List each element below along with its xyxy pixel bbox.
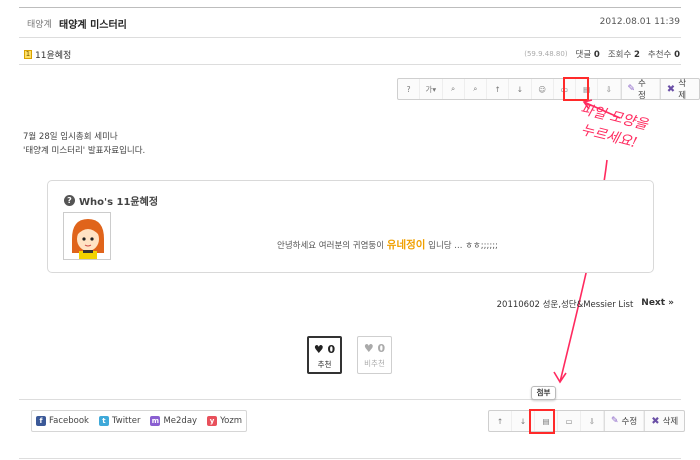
scroll-up-icon[interactable]: ↑	[489, 411, 512, 431]
signature-title: ? Who's 11윤혜정	[64, 193, 158, 208]
me2day-icon: m	[150, 416, 161, 426]
next-post[interactable]: 20110602 성운,성단&Messier List Next »	[497, 298, 674, 310]
attachment-highlight	[529, 409, 555, 434]
bottom-divider	[19, 399, 681, 400]
arrow-down-head	[553, 371, 567, 384]
facebook-icon: f	[36, 416, 46, 426]
arrow-up-line	[583, 101, 621, 119]
share-bar: f Facebook t Twitter m Me2day y Yozm	[31, 410, 248, 432]
delete-x-icon: ✖	[651, 415, 660, 427]
attachment-tooltip: 첨부	[531, 386, 556, 400]
share-me2day[interactable]: m Me2day	[150, 416, 197, 426]
post-body: 7월 28일 임시총회 세미나 '태양계 미스터리' 발표자료입니다.	[23, 132, 146, 156]
share-twitter[interactable]: t Twitter	[98, 416, 140, 426]
not-recommend-label: 비추천	[364, 359, 385, 368]
next-post-link[interactable]: Next »	[641, 298, 674, 310]
not-recommend-button[interactable]: ♥ 0 비추천	[357, 336, 392, 374]
pencil-icon: ✎	[611, 416, 619, 426]
share-facebook[interactable]: f Facebook	[36, 416, 89, 426]
recommend-count: ♥ 0	[313, 343, 336, 356]
signature-box: ? Who's 11윤혜정 안녕하세요 여러분의 귀염둥이 유네정이 입니당 .…	[47, 180, 654, 273]
print-icon[interactable]: ▭	[558, 411, 581, 431]
recommend-button[interactable]: ♥ 0 추천	[307, 336, 342, 374]
delete-button[interactable]: ✖ 삭제	[644, 411, 684, 431]
edit-button[interactable]: ✎ 수정	[604, 411, 645, 431]
twitter-icon: t	[98, 416, 109, 426]
share-yozm[interactable]: y Yozm	[207, 416, 242, 426]
bottom-toolbar: ↑ ↓ ▤ ▭ ⇩ ✎ 수정 ✖ 삭제	[488, 410, 686, 432]
not-recommend-count: ♥ 0	[363, 342, 386, 355]
download-icon[interactable]: ⇩	[581, 411, 604, 431]
question-icon: ?	[64, 195, 75, 206]
avatar	[63, 212, 111, 260]
yozm-icon: y	[207, 416, 218, 426]
next-post-title[interactable]: 20110602 성운,성단&Messier List	[497, 298, 634, 310]
recommend-label: 추천	[317, 360, 332, 369]
footer-divider	[19, 458, 681, 459]
signature-message: 안녕하세요 여러분의 귀염둥이 유네정이 입니당 ... ㅎㅎ;;;;;;	[277, 239, 498, 251]
